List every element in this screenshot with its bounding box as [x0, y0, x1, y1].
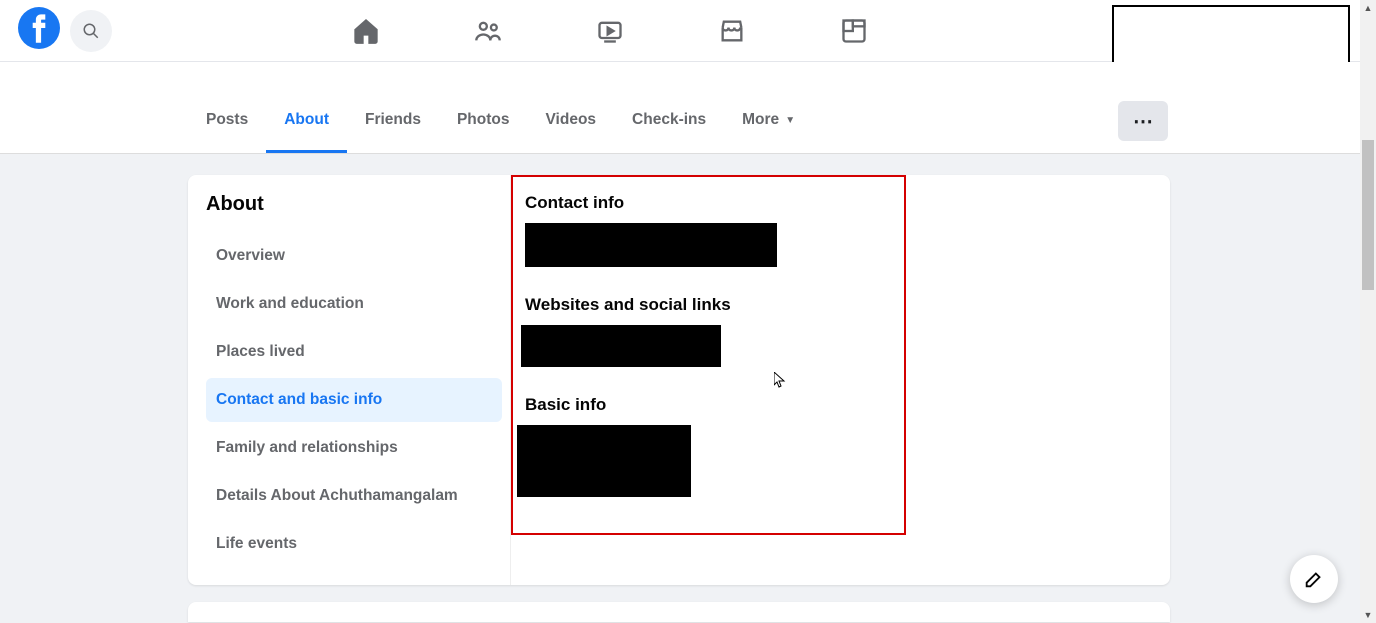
sidebar-item-label: Life events [216, 535, 297, 553]
redacted-contact-info [525, 223, 777, 267]
tab-more-label: More [742, 111, 779, 129]
tab-videos-label: Videos [546, 111, 597, 129]
sidebar-item-overview[interactable]: Overview [206, 234, 502, 278]
ellipsis-icon: ⋯ [1133, 109, 1153, 134]
tab-about-label: About [284, 111, 329, 129]
sidebar-item-work[interactable]: Work and education [206, 282, 502, 326]
section-websites-title: Websites and social links [525, 295, 1156, 315]
sidebar-item-label: Family and relationships [216, 439, 398, 457]
tab-friends-label: Friends [365, 111, 421, 129]
center-nav-icons [350, 0, 870, 62]
about-card: About Overview Work and education Places… [188, 175, 1170, 585]
watch-icon[interactable] [594, 15, 626, 47]
caret-down-icon: ▼ [785, 115, 795, 126]
sidebar-item-details[interactable]: Details About Achuthamangalam [206, 474, 502, 518]
sidebar-item-label: Details About Achuthamangalam [216, 487, 458, 505]
sidebar-item-label: Contact and basic info [216, 391, 382, 409]
top-nav [0, 0, 1360, 62]
redacted-websites-info [521, 325, 721, 367]
sidebar-item-places[interactable]: Places lived [206, 330, 502, 374]
scroll-up-arrow-icon[interactable]: ▲ [1360, 0, 1376, 16]
sidebar-item-life[interactable]: Life events [206, 522, 502, 566]
about-main-pane: Contact info Websites and social links B… [510, 175, 1170, 585]
sidebar-item-contact[interactable]: Contact and basic info [206, 378, 502, 422]
search-button[interactable] [70, 10, 112, 52]
tab-friends[interactable]: Friends [347, 90, 439, 153]
sidebar-item-label: Overview [216, 247, 285, 265]
redacted-basic-info [517, 425, 691, 497]
profile-tabs-strip: Posts About Friends Photos Videos Check-… [0, 62, 1360, 154]
tab-photos-label: Photos [457, 111, 510, 129]
section-contact-title: Contact info [525, 193, 1156, 213]
more-options-button[interactable]: ⋯ [1118, 101, 1168, 141]
sidebar-item-label: Places lived [216, 343, 305, 361]
scrollbar-thumb[interactable] [1362, 140, 1374, 290]
tab-photos[interactable]: Photos [439, 90, 528, 153]
tab-posts[interactable]: Posts [188, 90, 266, 153]
tab-videos[interactable]: Videos [528, 90, 615, 153]
facebook-logo-icon[interactable] [18, 7, 60, 54]
friends-icon[interactable] [472, 15, 504, 47]
sidebar-item-family[interactable]: Family and relationships [206, 426, 502, 470]
tab-checkins[interactable]: Check-ins [614, 90, 724, 153]
tab-checkins-label: Check-ins [632, 111, 706, 129]
profile-tabs: Posts About Friends Photos Videos Check-… [188, 90, 813, 153]
tab-posts-label: Posts [206, 111, 248, 129]
search-icon [82, 22, 100, 40]
about-sidebar: About Overview Work and education Places… [188, 175, 510, 585]
sidebar-item-label: Work and education [216, 295, 364, 313]
home-icon[interactable] [350, 15, 382, 47]
about-title: About [206, 193, 502, 216]
marketplace-icon[interactable] [716, 15, 748, 47]
vertical-scrollbar[interactable]: ▲ ▼ [1360, 0, 1376, 623]
compose-button[interactable] [1290, 555, 1338, 603]
groups-icon[interactable] [838, 15, 870, 47]
section-basic-title: Basic info [525, 395, 1156, 415]
compose-icon [1303, 568, 1325, 590]
tab-about[interactable]: About [266, 90, 347, 153]
scroll-down-arrow-icon[interactable]: ▼ [1360, 607, 1376, 623]
next-card [188, 602, 1170, 622]
tab-more[interactable]: More ▼ [724, 90, 813, 153]
